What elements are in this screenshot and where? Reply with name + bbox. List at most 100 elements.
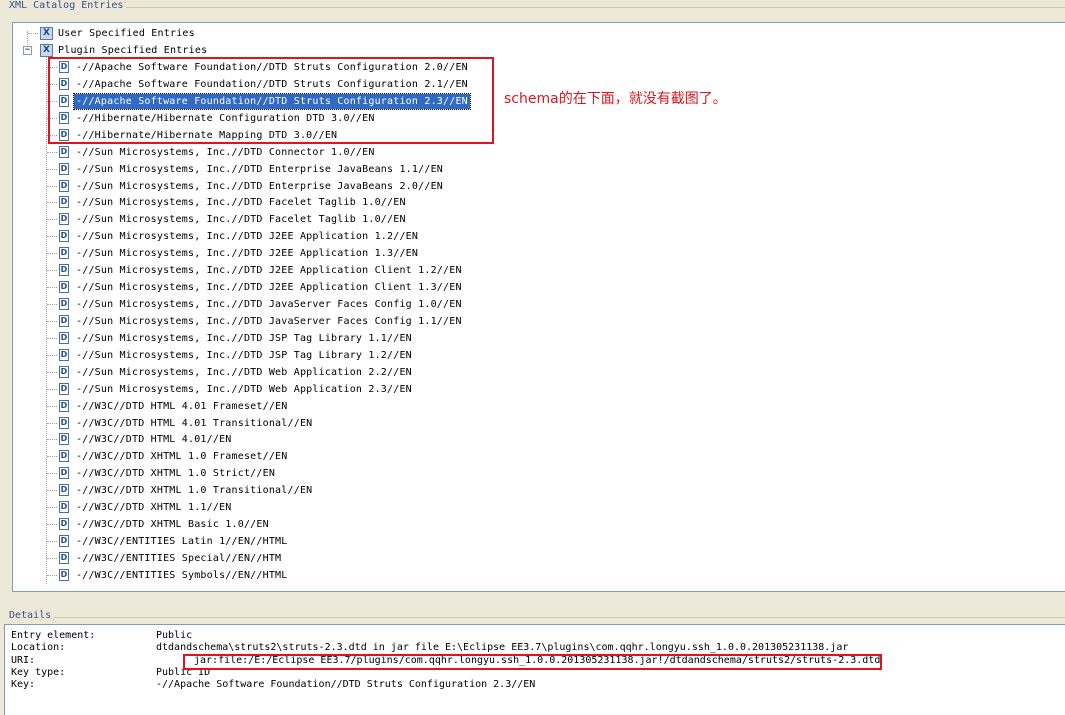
catalog-entry-label: -//Sun Microsystems, Inc.//DTD Connector… bbox=[76, 146, 375, 158]
catalog-entry-label: -//W3C//ENTITIES Latin 1//EN//HTML bbox=[76, 536, 288, 548]
details-label: Location: bbox=[11, 642, 66, 653]
dtd-file-icon: D bbox=[59, 416, 69, 429]
catalog-entry[interactable]: D -//W3C//DTD XHTML 1.0 Strict//EN bbox=[13, 466, 277, 481]
catalog-entry[interactable]: D -//Sun Microsystems, Inc.//DTD Enterpri… bbox=[13, 179, 445, 194]
catalog-entry-label: -//W3C//DTD XHTML 1.0 Frameset//EN bbox=[76, 451, 288, 463]
catalog-entry[interactable]: D -//Sun Microsystems, Inc.//DTD J2EE App… bbox=[13, 246, 420, 261]
catalog-entry[interactable]: D -//Sun Microsystems, Inc.//DTD J2EE App… bbox=[13, 263, 464, 278]
catalog-entry-label: -//Sun Microsystems, Inc.//DTD JavaServe… bbox=[76, 315, 462, 327]
catalog-entry[interactable]: D -//Sun Microsystems, Inc.//DTD JSP Tag … bbox=[13, 331, 414, 346]
catalog-entry[interactable]: D -//Sun Microsystems, Inc.//DTD Web Appl… bbox=[13, 365, 414, 380]
catalog-entry[interactable]: D -//Sun Microsystems, Inc.//DTD Enterpri… bbox=[13, 162, 445, 177]
dtd-file-icon: D bbox=[59, 348, 69, 361]
dtd-file-icon: D bbox=[59, 365, 69, 378]
catalog-group-rule bbox=[126, 7, 1065, 8]
dtd-file-icon: D bbox=[59, 433, 69, 446]
catalog-entry[interactable]: D -//Sun Microsystems, Inc.//DTD JavaServ… bbox=[13, 314, 464, 329]
catalog-entry-label: -//Sun Microsystems, Inc.//DTD JSP Tag L… bbox=[76, 349, 412, 361]
dtd-file-icon: D bbox=[59, 213, 69, 226]
catalog-entry-label: -//W3C//DTD HTML 4.01 Transitional//EN bbox=[76, 417, 313, 429]
catalog-entry[interactable]: D -//Sun Microsystems, Inc.//DTD J2EE App… bbox=[13, 229, 420, 244]
dtd-file-icon: D bbox=[59, 450, 69, 463]
catalog-group-title: XML Catalog Entries bbox=[8, 0, 125, 11]
catalog-entry-label: -//Sun Microsystems, Inc.//DTD Enterpris… bbox=[76, 180, 444, 192]
catalog-entry[interactable]: D -//W3C//ENTITIES Symbols//EN//HTML bbox=[13, 568, 290, 583]
dtd-file-icon: D bbox=[59, 331, 69, 344]
catalog-entry[interactable]: D -//Sun Microsystems, Inc.//DTD JavaServ… bbox=[13, 297, 464, 312]
catalog-entry-label: -//W3C//DTD XHTML 1.1//EN bbox=[76, 502, 232, 514]
catalog-entry-label: -//Sun Microsystems, Inc.//DTD J2EE Appl… bbox=[76, 231, 419, 243]
highlight-box-entries bbox=[48, 57, 494, 144]
catalog-entry-label: -//Sun Microsystems, Inc.//DTD Facelet T… bbox=[76, 214, 406, 226]
catalog-entry[interactable]: D -//Sun Microsystems, Inc.//DTD JSP Tag … bbox=[13, 348, 414, 363]
catalog-entry[interactable]: D -//W3C//DTD XHTML 1.0 Frameset//EN bbox=[13, 449, 290, 464]
dtd-file-icon: D bbox=[59, 179, 69, 192]
xml-catalog-icon: X bbox=[40, 27, 53, 40]
details-value: -//Apache Software Foundation//DTD Strut… bbox=[156, 679, 536, 690]
catalog-entry-label: -//W3C//ENTITIES Special//EN//HTM bbox=[76, 552, 282, 564]
details-label: URI: bbox=[11, 655, 36, 666]
catalog-entry-label: -//W3C//DTD XHTML 1.0 Strict//EN bbox=[76, 468, 276, 480]
catalog-entry[interactable]: D -//W3C//DTD XHTML Basic 1.0//EN bbox=[13, 517, 271, 532]
dtd-file-icon: D bbox=[59, 535, 69, 548]
catalog-entry-label: -//Sun Microsystems, Inc.//DTD Enterpris… bbox=[76, 163, 444, 175]
annotation-text: schema的在下面，就没有截图了。 bbox=[504, 91, 727, 107]
dtd-file-icon: D bbox=[59, 281, 69, 294]
catalog-entry[interactable]: D -//Sun Microsystems, Inc.//DTD Web Appl… bbox=[13, 382, 414, 397]
tree-root-plugin-entries[interactable]: − X Plugin Specified Entries bbox=[13, 43, 209, 58]
dtd-file-icon: D bbox=[59, 484, 69, 497]
dtd-file-icon: D bbox=[59, 501, 69, 514]
dtd-file-icon: D bbox=[59, 382, 69, 395]
catalog-entry[interactable]: D -//Sun Microsystems, Inc.//DTD J2EE App… bbox=[13, 280, 464, 295]
details-group-rule bbox=[54, 617, 1065, 618]
catalog-entry-label: -//Sun Microsystems, Inc.//DTD J2EE Appl… bbox=[76, 248, 419, 260]
catalog-entry-label: -//W3C//ENTITIES Symbols//EN//HTML bbox=[76, 569, 288, 581]
dtd-file-icon: D bbox=[59, 247, 69, 260]
tree-root-label: Plugin Specified Entries bbox=[58, 45, 208, 56]
catalog-entry[interactable]: D -//W3C//DTD HTML 4.01//EN bbox=[13, 432, 234, 447]
catalog-entry[interactable]: D -//W3C//DTD HTML 4.01 Transitional//EN bbox=[13, 416, 314, 431]
highlight-box-uri bbox=[183, 654, 882, 670]
catalog-entry-label: -//W3C//DTD HTML 4.01 Frameset//EN bbox=[76, 400, 288, 412]
details-label: Entry element: bbox=[11, 630, 96, 641]
dtd-file-icon: D bbox=[59, 196, 69, 209]
dtd-file-icon: D bbox=[59, 230, 69, 243]
catalog-entry[interactable]: D -//Sun Microsystems, Inc.//DTD Connecto… bbox=[13, 145, 377, 160]
tree-root-user-entries[interactable]: X User Specified Entries bbox=[13, 26, 197, 41]
catalog-entry-label: -//W3C//DTD XHTML Basic 1.0//EN bbox=[76, 519, 269, 531]
dtd-file-icon: D bbox=[59, 162, 69, 175]
catalog-entry[interactable]: D -//W3C//ENTITIES Special//EN//HTM bbox=[13, 551, 283, 566]
catalog-entry[interactable]: D -//Sun Microsystems, Inc.//DTD Facelet … bbox=[13, 195, 408, 210]
dtd-file-icon: D bbox=[59, 568, 69, 581]
dtd-file-icon: D bbox=[59, 551, 69, 564]
dtd-file-icon: D bbox=[59, 399, 69, 412]
catalog-entry-label: -//W3C//DTD XHTML 1.0 Transitional//EN bbox=[76, 485, 313, 497]
catalog-entry-label: -//Sun Microsystems, Inc.//DTD JavaServe… bbox=[76, 299, 462, 311]
panel-splitter[interactable] bbox=[0, 600, 1065, 604]
catalog-entry-label: -//W3C//DTD HTML 4.01//EN bbox=[76, 434, 232, 446]
dtd-file-icon: D bbox=[59, 314, 69, 327]
catalog-entry-label: -//Sun Microsystems, Inc.//DTD J2EE Appl… bbox=[76, 282, 462, 294]
details-label: Key type: bbox=[11, 667, 66, 678]
dtd-file-icon: D bbox=[59, 467, 69, 480]
dtd-file-icon: D bbox=[59, 518, 69, 531]
dtd-file-icon: D bbox=[59, 298, 69, 311]
catalog-entry[interactable]: D -//Sun Microsystems, Inc.//DTD Facelet … bbox=[13, 212, 408, 227]
catalog-entry-label: -//Sun Microsystems, Inc.//DTD JSP Tag L… bbox=[76, 332, 412, 344]
details-group-title: Details bbox=[8, 610, 53, 621]
catalog-entry[interactable]: D -//W3C//DTD XHTML 1.0 Transitional//EN bbox=[13, 483, 314, 498]
details-value: Public bbox=[156, 630, 193, 641]
catalog-entry-label: -//Sun Microsystems, Inc.//DTD J2EE Appl… bbox=[76, 265, 462, 277]
tree-root-label: User Specified Entries bbox=[58, 28, 195, 39]
collapse-toggle-icon[interactable]: − bbox=[23, 46, 32, 55]
catalog-entry[interactable]: D -//W3C//DTD HTML 4.01 Frameset//EN bbox=[13, 399, 290, 414]
catalog-entry-label: -//Sun Microsystems, Inc.//DTD Web Appli… bbox=[76, 366, 412, 378]
catalog-entry[interactable]: D -//W3C//DTD XHTML 1.1//EN bbox=[13, 500, 234, 515]
dtd-file-icon: D bbox=[59, 145, 69, 158]
details-value: dtdandschema\struts2\struts-2.3.dtd in j… bbox=[156, 642, 849, 653]
xml-catalog-icon: X bbox=[40, 44, 53, 57]
catalog-entry-label: -//Sun Microsystems, Inc.//DTD Facelet T… bbox=[76, 197, 406, 209]
dtd-file-icon: D bbox=[59, 264, 69, 277]
catalog-entry[interactable]: D -//W3C//ENTITIES Latin 1//EN//HTML bbox=[13, 534, 290, 549]
catalog-entry-label: -//Sun Microsystems, Inc.//DTD Web Appli… bbox=[76, 383, 412, 395]
